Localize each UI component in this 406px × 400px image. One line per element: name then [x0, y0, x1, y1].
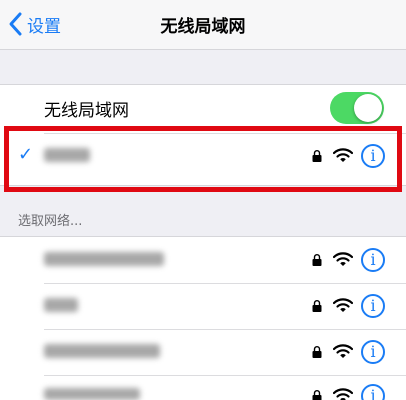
check-icon: ✓ — [18, 144, 34, 165]
lock-icon — [312, 300, 322, 312]
wifi-icon — [333, 344, 353, 358]
section-header: 选取网络... — [18, 214, 83, 229]
lock-icon — [312, 150, 322, 162]
wifi-toggle-label: 无线局域网 — [44, 101, 129, 121]
page-title: 无线局域网 — [160, 17, 246, 37]
wifi-icon — [333, 298, 353, 312]
network-name-blurred — [44, 388, 140, 400]
info-button[interactable]: i — [361, 294, 385, 318]
connected-network-name-blurred — [44, 148, 90, 162]
lock-icon — [312, 346, 322, 358]
row-divider — [44, 133, 406, 134]
network-name-blurred — [44, 252, 164, 266]
lock-icon — [312, 390, 322, 400]
lock-icon — [312, 254, 322, 266]
info-button[interactable]: i — [361, 144, 385, 168]
network-name-blurred — [44, 344, 160, 358]
toggle-knob — [354, 94, 382, 122]
wifi-icon — [333, 252, 353, 266]
wifi-toggle-switch[interactable] — [330, 92, 384, 124]
network-name-blurred — [44, 298, 78, 312]
info-button[interactable]: i — [361, 340, 385, 364]
wifi-icon — [333, 148, 353, 162]
wifi-icon — [333, 388, 353, 400]
info-button[interactable]: i — [361, 248, 385, 272]
